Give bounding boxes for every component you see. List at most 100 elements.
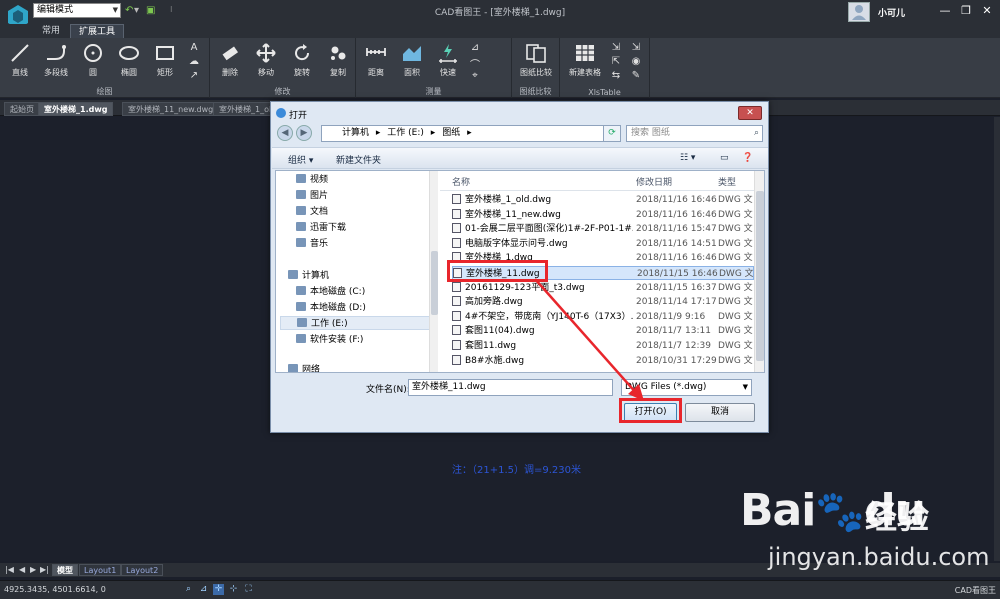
nav-item-drive-e[interactable]: 工作 (E:) xyxy=(280,316,430,330)
tab-common[interactable]: 常用 xyxy=(34,24,68,38)
new-table-button[interactable]: 新建表格 xyxy=(564,42,606,82)
arc-measure-icon[interactable]: ⌒ xyxy=(469,56,481,71)
scrollbar-thumb[interactable] xyxy=(756,191,764,361)
file-row[interactable]: 室外楼梯_1.dwg 2018/11/16 16:46 DWG 文 xyxy=(452,251,754,265)
table-export-icon[interactable]: ⇱ xyxy=(610,56,622,68)
leader-icon[interactable]: ↗ xyxy=(188,70,200,82)
breadcrumb-computer[interactable]: 计算机 xyxy=(342,128,369,138)
refresh-icon[interactable]: ⟳ xyxy=(603,125,621,142)
redo-icon[interactable]: ▾ xyxy=(134,5,139,16)
close-button[interactable]: ✕ xyxy=(977,3,997,19)
open-button[interactable]: 打开(O) xyxy=(624,403,677,422)
column-date[interactable]: 修改日期 xyxy=(636,175,672,188)
table-edit-icon[interactable]: ✎ xyxy=(630,70,642,82)
nav-item-drive-d[interactable]: 本地磁盘 (D:) xyxy=(296,301,366,315)
area-button[interactable]: 面积 xyxy=(394,42,430,82)
tab-extended-tools[interactable]: 扩展工具 xyxy=(70,24,125,38)
angle-measure-icon[interactable]: ⊿ xyxy=(469,42,481,54)
copy-button[interactable]: 复制 xyxy=(320,42,356,82)
tab-doc-3[interactable]: 室外楼梯_1_ol xyxy=(213,102,278,116)
file-row[interactable]: 室外楼梯_11_new.dwg 2018/11/16 16:46 DWG 文 xyxy=(452,208,754,222)
scrollbar-thumb[interactable] xyxy=(431,251,438,315)
back-icon[interactable]: ◀ xyxy=(277,125,293,141)
minimize-button[interactable]: — xyxy=(935,3,955,19)
move-button[interactable]: 移动 xyxy=(248,42,284,82)
file-row-selected[interactable]: 室外楼梯_11.dwg 2018/11/15 16:46 DWG 文 xyxy=(452,266,754,280)
file-row[interactable]: 电脑版字体显示问号.dwg 2018/11/16 14:51 DWG 文 xyxy=(452,237,754,251)
breadcrumb-folder[interactable]: 图纸 xyxy=(442,128,460,138)
open-folder-icon[interactable]: ▣ xyxy=(146,5,155,16)
line-button[interactable]: 直线 xyxy=(2,42,38,82)
file-row[interactable]: B8#水施.dwg 2018/10/31 17:29 DWG 文 xyxy=(452,354,754,368)
preview-pane-icon[interactable]: ▭ xyxy=(720,153,729,163)
search-input[interactable]: 搜索 图纸 ⌕ xyxy=(626,125,763,142)
table-view-icon[interactable]: ◉ xyxy=(630,56,642,68)
tab-model[interactable]: 模型 xyxy=(52,564,78,576)
view-options-icon[interactable]: ☷ ▾ xyxy=(680,153,695,163)
canvas-scrollbar[interactable] xyxy=(994,117,1000,561)
help-icon[interactable]: ❓ xyxy=(742,153,753,163)
drawing-compare-button[interactable]: 图纸比较 xyxy=(516,42,556,82)
zoom-icon[interactable]: ⌕ xyxy=(183,584,194,595)
polyline-button[interactable]: 多段线 xyxy=(38,42,74,82)
nav-item-network[interactable]: 网络 xyxy=(288,363,320,372)
tab-doc-active[interactable]: 室外楼梯_1.dwg xyxy=(38,102,114,116)
path-breadcrumb[interactable]: 计算机 ▸ 工作 (E:) ▸ 图纸 ▸ xyxy=(321,125,611,142)
nav-item-xunlei[interactable]: 迅雷下载 xyxy=(296,221,346,235)
next-layout-icon[interactable]: ▶ xyxy=(30,563,36,577)
table-import-icon[interactable]: ⇲ xyxy=(610,42,622,54)
file-row[interactable]: 高加旁路.dwg 2018/11/14 17:17 DWG 文 xyxy=(452,295,754,309)
tab-doc-2[interactable]: 室外楼梯_11_new.dwg xyxy=(122,102,220,116)
customize-toolbar-icon[interactable]: ⁝ xyxy=(170,5,173,14)
rectangle-button[interactable]: 矩形 xyxy=(147,42,183,82)
tab-start-page[interactable]: 起始页 xyxy=(4,102,40,116)
last-layout-icon[interactable]: ▶| xyxy=(40,563,49,577)
filetype-select[interactable]: DWG Files (*.dwg) ▼ xyxy=(621,379,752,396)
coordinate-icon[interactable]: ⌖ xyxy=(469,70,481,82)
distance-button[interactable]: 距离 xyxy=(358,42,394,82)
delete-button[interactable]: 删除 xyxy=(212,42,248,82)
column-name[interactable]: 名称 xyxy=(452,175,470,188)
undo-icon[interactable]: ↶ xyxy=(125,5,133,16)
breadcrumb-drive[interactable]: 工作 (E:) xyxy=(387,128,424,138)
nav-pane-scrollbar[interactable] xyxy=(429,171,438,372)
cloud-icon[interactable]: ☁ xyxy=(188,56,200,68)
nav-item-drive-c[interactable]: 本地磁盘 (C:) xyxy=(296,285,365,299)
file-row[interactable]: 室外楼梯_1_old.dwg 2018/11/16 16:46 DWG 文 xyxy=(452,193,754,207)
file-row[interactable]: 01-会展二层平面图(深化)1#-2F-P01-1#... 2018/11/16 … xyxy=(452,222,754,236)
file-row[interactable]: 套图11(04).dwg 2018/11/7 13:11 DWG 文 xyxy=(452,324,754,338)
nav-item-pictures[interactable]: 图片 xyxy=(296,189,328,203)
tab-layout2[interactable]: Layout2 xyxy=(121,564,164,576)
fullscreen-icon[interactable]: ⛶ xyxy=(243,584,254,595)
cancel-button[interactable]: 取消 xyxy=(685,403,755,422)
mode-dropdown[interactable]: 编辑模式 ▼ xyxy=(33,3,121,18)
new-folder-button[interactable]: 新建文件夹 xyxy=(336,153,381,166)
file-row[interactable]: 20161129-123平面_t3.dwg 2018/11/15 16:37 DWG… xyxy=(452,281,754,295)
nav-item-music[interactable]: 音乐 xyxy=(296,237,328,251)
file-row[interactable]: 4#不架空，带庞南（YJ140T-6（17X3）... 2018/11/9 9:1… xyxy=(452,310,754,324)
grid-snap-icon[interactable]: ✛ xyxy=(213,584,224,595)
prev-layout-icon[interactable]: ◀ xyxy=(19,563,25,577)
nav-item-computer[interactable]: 计算机 xyxy=(288,269,329,283)
table-insert-icon[interactable]: ⇲ xyxy=(630,42,642,54)
rotate-button[interactable]: 旋转 xyxy=(284,42,320,82)
nav-item-videos[interactable]: 视频 xyxy=(296,173,328,187)
restore-button[interactable]: ❐ xyxy=(956,3,976,19)
snap-icon[interactable]: ⊿ xyxy=(198,584,209,595)
filename-input[interactable]: 室外楼梯_11.dwg xyxy=(408,379,613,396)
first-layout-icon[interactable]: |◀ xyxy=(5,563,14,577)
nav-item-documents[interactable]: 文档 xyxy=(296,205,328,219)
forward-icon[interactable]: ▶ xyxy=(296,125,312,141)
ellipse-button[interactable]: 椭圆 xyxy=(111,42,147,82)
file-list-scrollbar[interactable] xyxy=(754,171,764,372)
table-sync-icon[interactable]: ⇆ xyxy=(610,70,622,82)
tab-layout1[interactable]: Layout1 xyxy=(79,564,122,576)
ortho-icon[interactable]: ⊹ xyxy=(228,584,239,595)
dialog-close-button[interactable]: ✕ xyxy=(738,106,762,120)
quick-measure-button[interactable]: 快速 xyxy=(430,42,466,82)
avatar[interactable] xyxy=(848,2,870,22)
organize-button[interactable]: 组织 ▾ xyxy=(288,153,313,166)
circle-button[interactable]: 圆 xyxy=(75,42,111,82)
nav-item-drive-f[interactable]: 软件安装 (F:) xyxy=(296,333,363,347)
column-type[interactable]: 类型 xyxy=(718,175,736,188)
